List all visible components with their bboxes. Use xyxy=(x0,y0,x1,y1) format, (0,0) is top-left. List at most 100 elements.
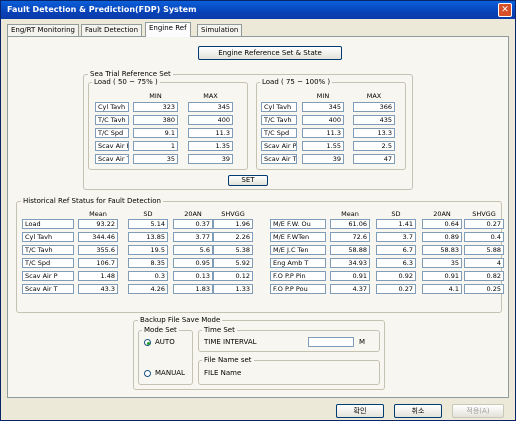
cancel-button[interactable]: 취소 xyxy=(394,404,442,418)
hist-left-value[interactable]: 0.3 xyxy=(128,271,168,281)
low-max-field[interactable]: 400 xyxy=(188,115,233,125)
hist-left-value[interactable]: 13.85 xyxy=(128,232,168,242)
hist-right-value[interactable]: 61.06 xyxy=(330,219,370,229)
hist-right-value[interactable]: 35 xyxy=(422,258,462,268)
high-min-field[interactable]: 39 xyxy=(302,154,344,164)
hist-left-value[interactable]: 106.7 xyxy=(78,258,118,268)
hist-left-label: Scav Air P xyxy=(22,271,74,281)
hist-left-value[interactable]: 0.95 xyxy=(173,258,213,268)
hist-right-value[interactable]: 58.83 xyxy=(422,245,462,255)
hist-right-value[interactable]: 3.7 xyxy=(376,232,416,242)
hist-left-value[interactable]: 2.26 xyxy=(213,232,253,242)
low-max-header: MAX xyxy=(203,92,218,100)
auto-radio[interactable] xyxy=(144,339,151,346)
hist-right-value[interactable]: 34.93 xyxy=(330,258,370,268)
high-min-field[interactable]: 1.55 xyxy=(302,141,344,151)
low-max-field[interactable]: 345 xyxy=(188,102,233,112)
hist-left-value[interactable]: 344.46 xyxy=(78,232,118,242)
engine-ref-panel: Engine Reference Set & State Sea Trial R… xyxy=(7,36,509,398)
hist-left-value[interactable]: 0.12 xyxy=(213,271,253,281)
hist-left-value[interactable]: 5.6 xyxy=(173,245,213,255)
high-max-field[interactable]: 13.3 xyxy=(353,128,395,138)
low-max-field[interactable]: 1.35 xyxy=(188,141,233,151)
hist-right-value[interactable]: 6.7 xyxy=(376,245,416,255)
high-param-label: Scav Air P xyxy=(261,141,297,151)
hist-right-value[interactable]: 0.91 xyxy=(330,271,370,281)
low-min-field[interactable]: 9.1 xyxy=(133,128,178,138)
auto-label: AUTO xyxy=(155,338,175,346)
ok-button[interactable]: 확인 xyxy=(336,404,384,418)
hist-right-label: F.O P.P Pou xyxy=(270,284,326,294)
low-param-label: Cyl Tavh xyxy=(95,102,129,112)
low-min-field[interactable]: 35 xyxy=(133,154,178,164)
hist-right-value[interactable]: 72.6 xyxy=(330,232,370,242)
hist-left-value[interactable]: 3.77 xyxy=(173,232,213,242)
high-load-title: Load ( 75 ~ 100% ) xyxy=(260,78,333,86)
hist-right-value[interactable]: 5.88 xyxy=(464,245,504,255)
low-param-label: Scav Air P xyxy=(95,141,129,151)
tab-eng-rt-monitoring[interactable]: Eng/RT Monitoring xyxy=(7,24,79,36)
hist-right-value[interactable]: 0.4 xyxy=(464,232,504,242)
close-icon[interactable]: ✕ xyxy=(498,3,512,17)
engine-reference-button[interactable]: Engine Reference Set & State xyxy=(198,46,342,60)
hist-right-value[interactable]: 0.64 xyxy=(422,219,462,229)
low-max-field[interactable]: 39 xyxy=(188,154,233,164)
hist-right-value[interactable]: 0.27 xyxy=(376,284,416,294)
high-max-field[interactable]: 435 xyxy=(353,115,395,125)
tab-simulation[interactable]: Simulation xyxy=(197,24,243,36)
set-button[interactable]: SET xyxy=(228,175,268,186)
hist-right-value[interactable]: 6.3 xyxy=(376,258,416,268)
hist-right-value[interactable]: 58.88 xyxy=(330,245,370,255)
hist-right-value[interactable]: 4.1 xyxy=(422,284,462,294)
hist-left-value[interactable]: 1.48 xyxy=(78,271,118,281)
high-min-field[interactable]: 11.3 xyxy=(302,128,344,138)
hist-right-value[interactable]: 0.89 xyxy=(422,232,462,242)
time-interval-label: TIME INTERVAL xyxy=(204,338,257,346)
hist-left-value[interactable]: 8.35 xyxy=(128,258,168,268)
hist-left-label: Load xyxy=(22,219,74,229)
hist-right-value[interactable]: 0.91 xyxy=(422,271,462,281)
low-min-field[interactable]: 323 xyxy=(133,102,178,112)
high-min-header: MIN xyxy=(316,92,330,100)
apply-button[interactable]: 적용(A) xyxy=(452,404,504,418)
tab-fault-detection[interactable]: Fault Detection xyxy=(81,24,143,36)
hist-left-value[interactable]: 1.96 xyxy=(213,219,253,229)
hist-header-right: SHVGG xyxy=(472,210,496,218)
hist-right-value[interactable]: 4 xyxy=(464,258,504,268)
high-max-field[interactable]: 366 xyxy=(353,102,395,112)
low-min-field[interactable]: 380 xyxy=(133,115,178,125)
high-min-field[interactable]: 400 xyxy=(302,115,344,125)
hist-right-value[interactable]: 0.27 xyxy=(464,219,504,229)
hist-header-left: Mean xyxy=(89,210,107,218)
hist-left-value[interactable]: 5.92 xyxy=(213,258,253,268)
hist-left-value[interactable]: 5.38 xyxy=(213,245,253,255)
low-max-field[interactable]: 11.3 xyxy=(188,128,233,138)
hist-right-value[interactable]: 0.25 xyxy=(464,284,504,294)
high-max-field[interactable]: 47 xyxy=(353,154,395,164)
hist-left-value[interactable]: 1.33 xyxy=(213,284,253,294)
hist-left-value[interactable]: 43.3 xyxy=(78,284,118,294)
low-min-field[interactable]: 1 xyxy=(133,141,178,151)
hist-left-value[interactable]: 0.37 xyxy=(173,219,213,229)
hist-right-value[interactable]: 0.82 xyxy=(464,271,504,281)
file-name-label: FILE Name xyxy=(204,369,242,377)
hist-right-value[interactable]: 4.37 xyxy=(330,284,370,294)
high-param-label: T/C Spd xyxy=(261,128,297,138)
hist-header-left: SHVGG xyxy=(221,210,245,218)
hist-left-value[interactable]: 19.5 xyxy=(128,245,168,255)
hist-left-value[interactable]: 0.13 xyxy=(173,271,213,281)
time-interval-input[interactable] xyxy=(308,337,354,347)
hist-left-value[interactable]: 4.26 xyxy=(128,284,168,294)
hist-left-value[interactable]: 93.22 xyxy=(78,219,118,229)
backup-title: Backup File Save Mode xyxy=(138,316,223,324)
hist-right-value[interactable]: 1.41 xyxy=(376,219,416,229)
high-max-field[interactable]: 2.5 xyxy=(353,141,395,151)
hist-right-label: F.O P.P Pin xyxy=(270,271,326,281)
manual-radio[interactable] xyxy=(144,370,151,377)
hist-right-value[interactable]: 0.92 xyxy=(376,271,416,281)
hist-left-value[interactable]: 5.14 xyxy=(128,219,168,229)
tab-engine-ref[interactable]: Engine Ref xyxy=(145,22,191,37)
hist-left-value[interactable]: 355.6 xyxy=(78,245,118,255)
hist-left-value[interactable]: 1.83 xyxy=(173,284,213,294)
high-min-field[interactable]: 345 xyxy=(302,102,344,112)
